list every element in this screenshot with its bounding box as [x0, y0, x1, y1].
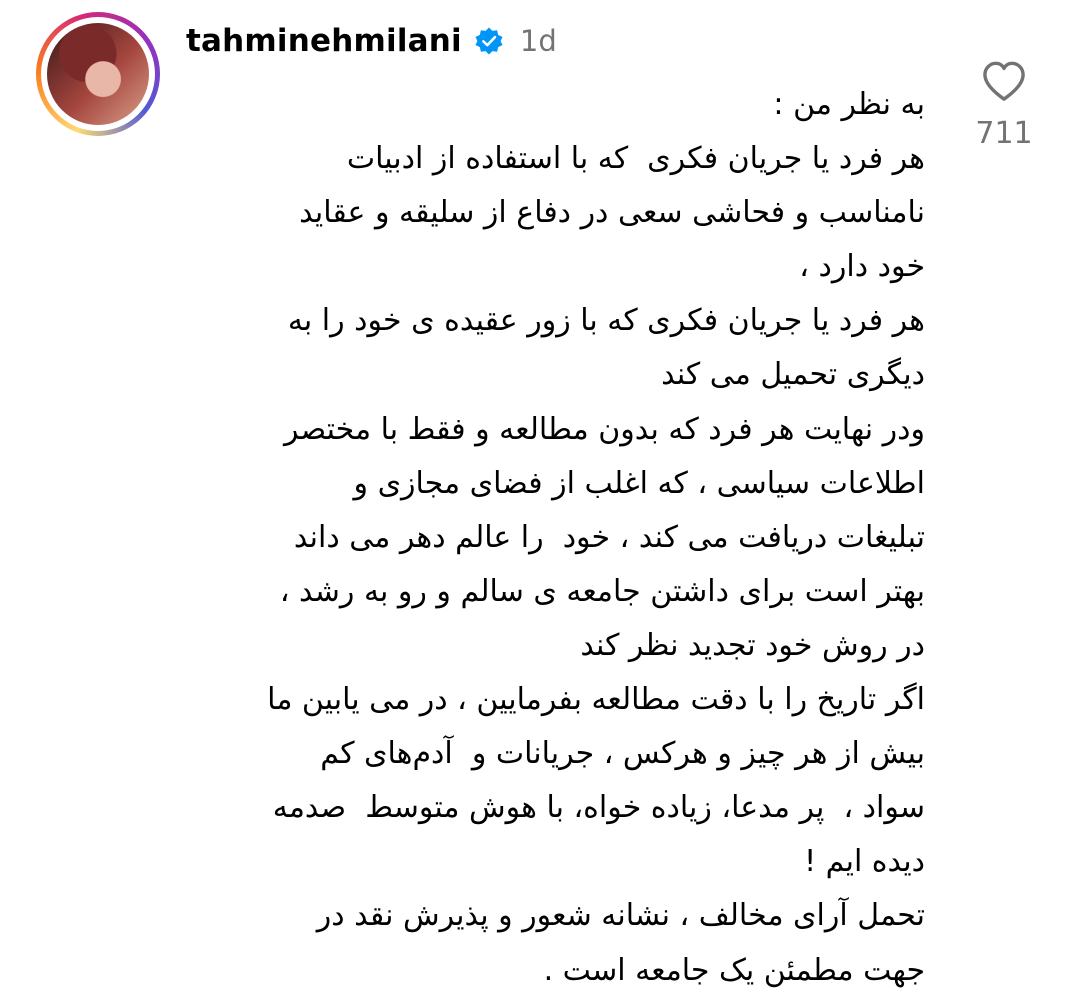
comment-line: سواد ، پر مدعا، زیاده خواه، با هوش متوسط…: [272, 790, 925, 826]
comment-body: به نظر من : هر فرد یا جریان فکری که با ا…: [180, 78, 925, 998]
comment-line: نامناسب و فحاشی سعی در دفاع از سلیقه و ع…: [299, 195, 925, 231]
avatar-ring-gap: [41, 17, 155, 131]
like-area: 711: [972, 60, 1036, 151]
verified-badge-icon: [475, 27, 503, 55]
comment-line: بهتر است برای داشتن جامعه ی سالم و رو به…: [279, 573, 925, 609]
comment-line: به نظر من :: [773, 87, 925, 122]
comment-line: تحمل آرای مخالف ، نشانه شعور و پذیرش نقد…: [316, 898, 925, 934]
comment-line: خود دارد ،: [799, 249, 925, 285]
comment-line: هر فرد یا جریان فکری که با استفاده از اد…: [346, 141, 925, 177]
comment-line: دیگری تحمیل می کند: [661, 357, 925, 393]
comment-line: اگر تاریخ را با دقت مطالعه بفرمایین ، در…: [267, 682, 925, 718]
comment-line: در روش خود تجدید نظر کند: [580, 627, 925, 663]
comment-header: tahminehmilani 1d: [186, 18, 557, 64]
username-link[interactable]: tahminehmilani: [186, 23, 462, 59]
comment-line: دیده ایم !: [804, 844, 925, 880]
comment-line: ودر نهایت هر فرد که بدون مطالعه و فقط با…: [284, 411, 925, 447]
avatar-story-ring[interactable]: [36, 12, 160, 136]
like-count: 711: [975, 116, 1033, 151]
comment-timestamp: 1d: [519, 24, 557, 58]
heart-outline-icon[interactable]: [981, 60, 1027, 102]
comment-line: بیش از هر چیز و هرکس ، جریانات و آدم‌های…: [320, 736, 925, 772]
comment-line: جهت مطمئن یک جامعه است .: [543, 952, 925, 988]
comment-line: هر فرد یا جریان فکری که با زور عقیده ی خ…: [287, 303, 925, 339]
comment-line: تبلیغات دریافت می کند ، خود را عالم دهر …: [293, 519, 925, 555]
avatar[interactable]: [47, 23, 149, 125]
comment-line: اطلاعات سیاسی ، که اغلب از فضای مجازی و: [353, 465, 925, 501]
